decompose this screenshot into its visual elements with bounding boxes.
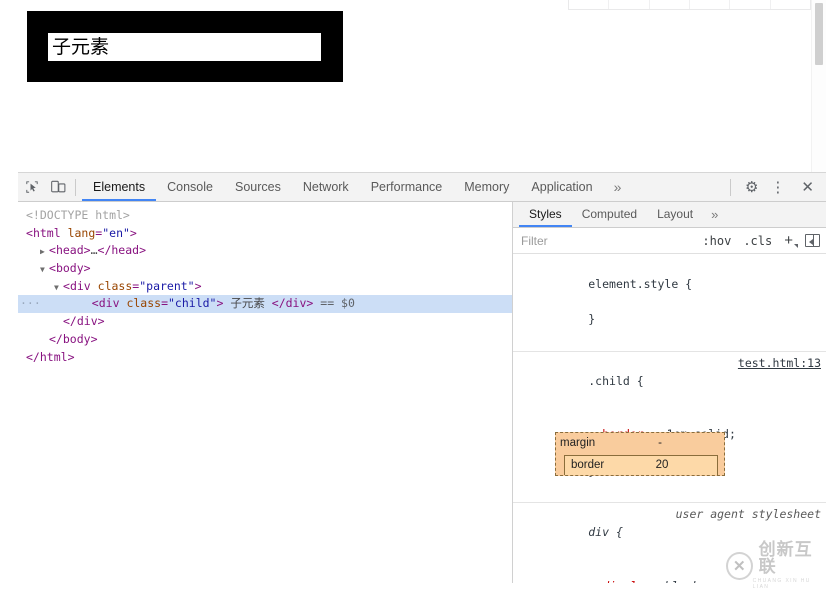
disclosure-triangle-icon[interactable]: ▼ [40,261,49,279]
table-cell [690,0,731,9]
dom-node-row[interactable]: </div> [18,313,512,331]
css-selector: element.style { [588,276,693,291]
tab-performance[interactable]: Performance [360,173,454,201]
box-model-margin[interactable]: margin - border 20 [555,432,725,476]
plus-label: + [784,232,793,249]
tab-network[interactable]: Network [292,173,360,201]
gear-icon[interactable]: ⚙ [740,180,763,195]
css-rule-element-style[interactable]: element.style { } [513,255,826,352]
box-model-border-value[interactable]: 20 [633,457,713,475]
devtools-main-toolbar: Elements Console Sources Network Perform… [18,173,826,202]
box-model-border[interactable]: border 20 [564,455,718,475]
dom-tree: <!DOCTYPE html> <html lang="en"> ▶ <head>…<… [18,207,512,366]
disclosure-triangle-icon[interactable]: ▼ [54,279,63,297]
tab-elements[interactable]: Elements [82,173,156,201]
css-rule-div-ua[interactable]: div { user agent stylesheet display: blo… [513,503,826,583]
cls-toggle-button[interactable]: .cls [737,234,778,248]
devtools-body: <!DOCTYPE html> <html lang="en"> ▶ <head>…<… [18,202,826,583]
devtools-toolbar-right: ⚙ ⋮ ✕ [721,173,826,202]
tab-sources[interactable]: Sources [224,173,292,201]
close-icon[interactable]: ✕ [792,180,819,195]
dom-node-row[interactable]: <!DOCTYPE html> [18,207,512,225]
more-styles-tabs-chevron-icon[interactable]: » [703,207,726,222]
css-rule-close: } [588,312,596,327]
devtools-window: Elements Console Sources Network Perform… [18,172,826,583]
hov-toggle-button[interactable]: :hov [696,234,737,248]
child-div: 子元素 [48,33,321,61]
css-selector: .child { [588,373,644,388]
dom-node-row[interactable]: ▼ <body> [18,260,512,278]
disclosure-triangle-icon[interactable]: ▶ [40,243,49,261]
table-cell [730,0,771,9]
css-colon: : [651,579,658,583]
dom-node-row[interactable]: ▶ <head>…</head> [18,242,512,260]
chevron-down-icon [794,244,798,248]
more-tabs-chevron-icon[interactable]: » [604,173,632,201]
device-toolbar-icon[interactable] [45,174,72,201]
dom-node-row[interactable]: </html> [18,349,512,367]
table-cell [650,0,690,9]
table-cell [609,0,650,9]
dom-tree-pane[interactable]: <!DOCTYPE html> <html lang="en"> ▶ <head>…<… [18,202,512,583]
tab-styles[interactable]: Styles [519,202,572,227]
dom-node-row-selected[interactable]: ··· <div class="child"> 子元素 </div> == $0 [18,295,512,314]
styles-pane: Styles Computed Layout » :hov .cls + ele… [513,202,826,583]
box-model-margin-row: margin - [560,435,720,453]
box-model-margin-value[interactable]: - [622,435,720,453]
dom-node-row[interactable]: <html lang="en"> [18,225,512,243]
stylesheet-source-link[interactable]: test.html:13 [738,355,821,373]
page-scrollbar[interactable] [811,0,826,172]
dom-node-row[interactable]: </body> [18,331,512,349]
box-model-border-row: border 20 [571,457,713,475]
toolbar-divider [75,178,76,196]
kebab-menu-icon[interactable]: ⋮ [763,180,792,195]
new-style-rule-button[interactable]: + [778,232,798,249]
user-agent-stylesheet-label: user agent stylesheet [675,507,821,522]
toolbar-divider [729,178,731,196]
inspect-cursor-glyph [25,181,38,193]
box-model-border-label: border [571,459,605,472]
dom-row-ellipsis: ··· [20,296,41,311]
box-model-diagram[interactable]: margin - border 20 [555,432,725,476]
styles-pane-tabs: Styles Computed Layout » [513,202,826,228]
styles-filter-bar: :hov .cls + [513,228,826,254]
filter-input[interactable] [521,233,697,248]
inspect-cursor-icon[interactable] [18,174,45,201]
background-table-remnant [568,0,811,10]
show-sidebar-icon[interactable] [805,234,820,247]
css-selector: div { [588,525,623,540]
tab-application[interactable]: Application [520,173,603,201]
device-toolbar-glyph [51,180,66,193]
table-cell [771,0,810,9]
css-rule-child[interactable]: .child { test.html:13 border:▸ 1em solid… [513,352,826,504]
page-scrollbar-thumb[interactable] [815,3,823,65]
page-viewport: 子元素 [0,0,826,172]
tab-computed[interactable]: Computed [572,202,647,227]
css-property-name[interactable]: display [588,579,650,583]
css-rules-list: element.style { } .child { test.html:13 … [513,255,826,583]
box-model-margin-label: margin [560,437,596,450]
css-property-value[interactable]: block; [658,579,707,583]
tab-memory[interactable]: Memory [453,173,520,201]
table-cell [569,0,610,9]
parent-div: 子元素 [27,11,343,82]
tab-console[interactable]: Console [156,173,224,201]
tab-layout[interactable]: Layout [647,202,703,227]
dom-node-row[interactable]: ▼ <div class="parent"> [18,278,512,296]
